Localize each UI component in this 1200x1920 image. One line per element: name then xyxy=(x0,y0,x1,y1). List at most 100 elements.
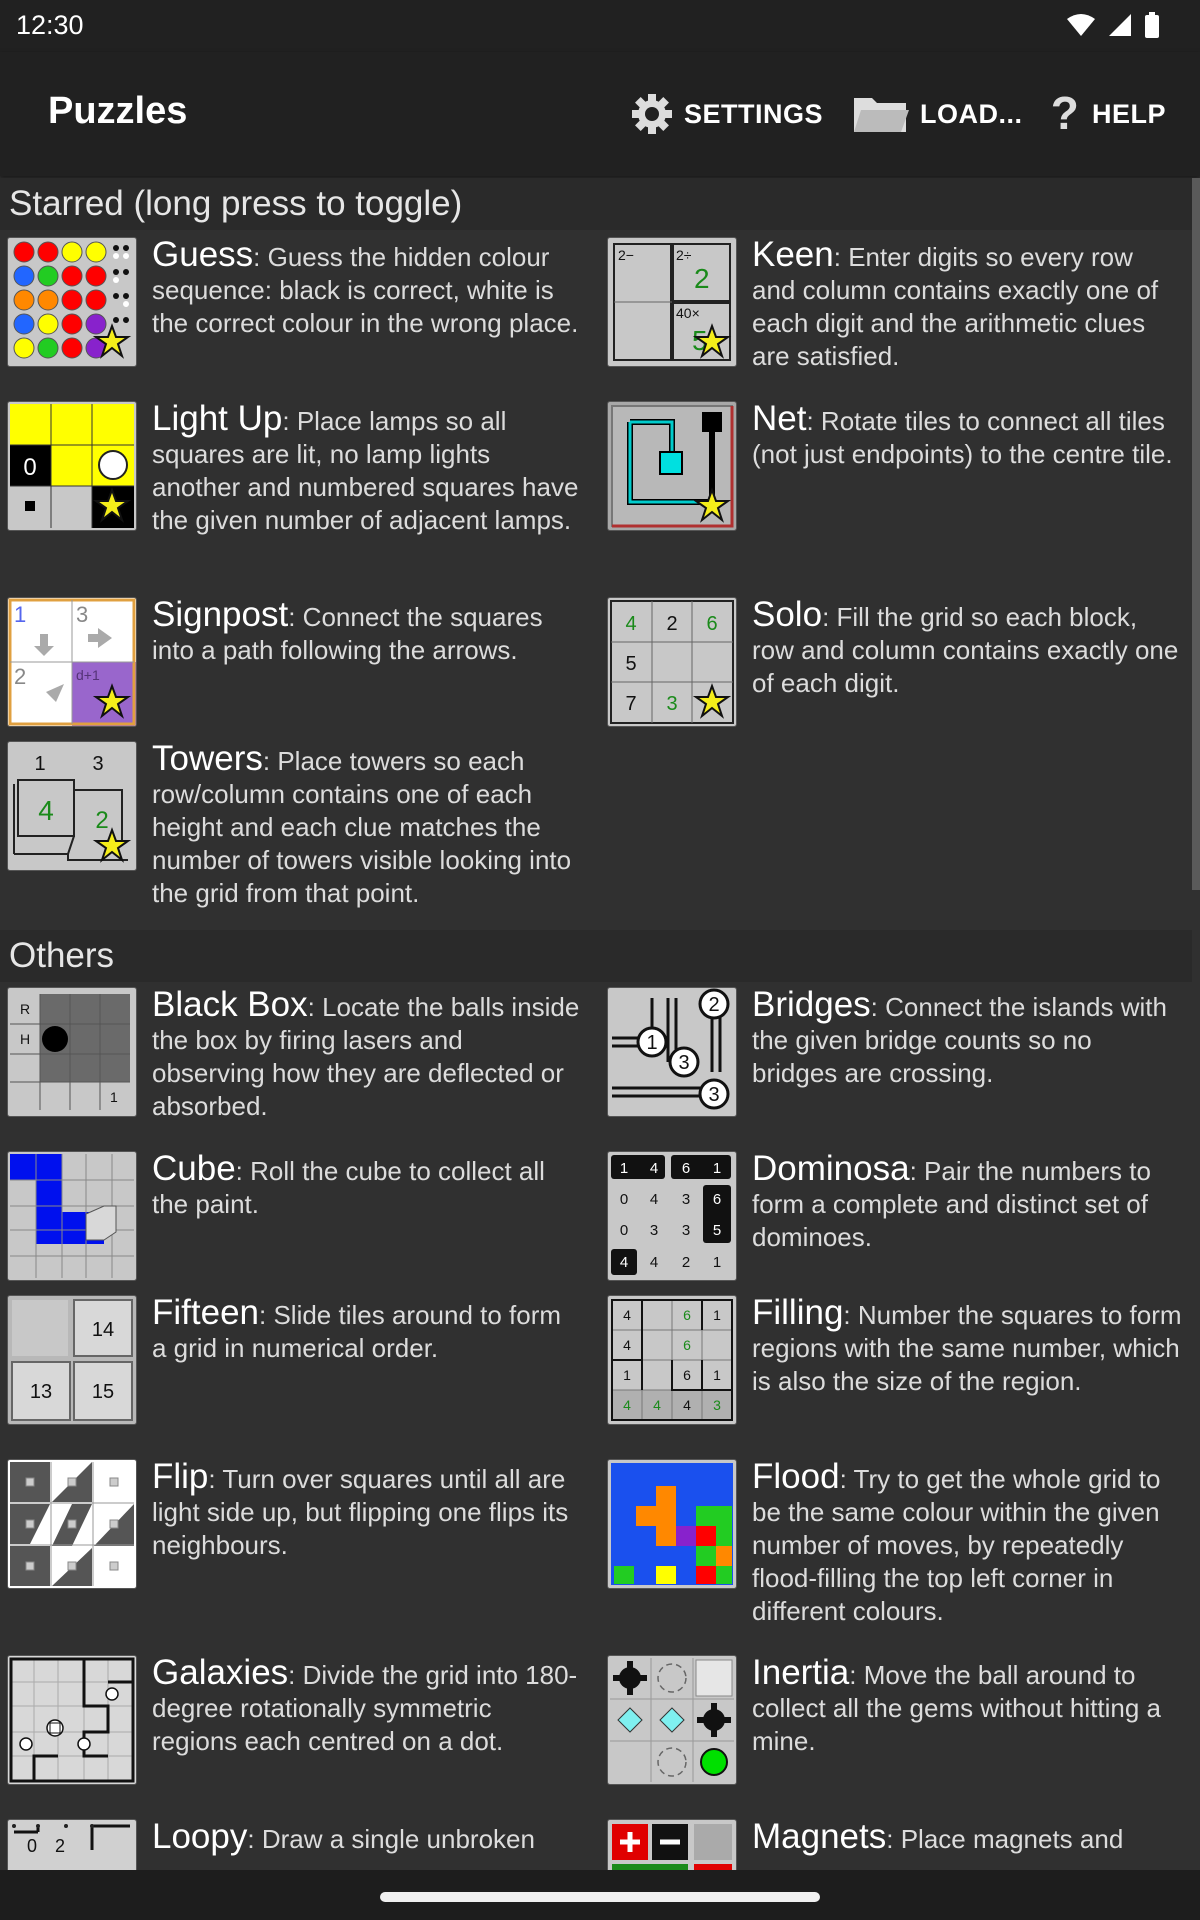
svg-text:2: 2 xyxy=(666,613,677,635)
svg-text:2: 2 xyxy=(682,1254,690,1271)
svg-text:1: 1 xyxy=(713,1160,721,1177)
puzzle-name: Cube xyxy=(152,1149,236,1188)
svg-text:3: 3 xyxy=(76,602,88,627)
svg-text:1: 1 xyxy=(110,1089,118,1105)
help-icon: ? xyxy=(1051,91,1080,137)
svg-text:3: 3 xyxy=(92,753,103,775)
svg-text:4: 4 xyxy=(623,1337,631,1353)
svg-text:?: ? xyxy=(1051,91,1080,137)
svg-text:1: 1 xyxy=(620,1160,628,1177)
puzzle-name: Galaxies xyxy=(152,1653,289,1692)
filling-thumbnail: 4 6 1 4 6 1 6 1 4 4 4 3 xyxy=(608,1296,736,1424)
svg-text:2: 2 xyxy=(14,664,26,689)
puzzle-list[interactable]: Starred (long press to toggle) Guess: Gu… xyxy=(0,176,1200,1870)
svg-text:3: 3 xyxy=(678,1052,689,1074)
svg-text:H: H xyxy=(20,1031,30,1047)
svg-text:1: 1 xyxy=(713,1254,721,1271)
puzzle-description: : Turn over squares until all are light … xyxy=(152,1464,569,1560)
svg-text:4: 4 xyxy=(683,1397,691,1413)
section-header-others: Others xyxy=(0,930,1192,982)
svg-text:4: 4 xyxy=(650,1160,658,1177)
svg-text:0: 0 xyxy=(27,1836,37,1856)
svg-text:4: 4 xyxy=(625,613,636,635)
puzzle-name: Filling xyxy=(752,1293,844,1332)
svg-text:4: 4 xyxy=(38,795,54,826)
app-title: Puzzles xyxy=(48,90,188,132)
gesture-handle[interactable] xyxy=(380,1892,820,1902)
puzzle-name: Towers xyxy=(152,739,263,778)
solo-thumbnail: 4 2 6 5 7 3 xyxy=(608,598,736,726)
svg-text:5: 5 xyxy=(713,1222,721,1239)
svg-text:1: 1 xyxy=(14,602,26,627)
magnets-thumbnail xyxy=(608,1820,736,1870)
black-box-thumbnail: R H 1 xyxy=(8,988,136,1116)
load-label: LOAD... xyxy=(920,98,1023,129)
svg-text:d+1: d+1 xyxy=(76,667,100,683)
svg-text:40×: 40× xyxy=(676,305,700,321)
puzzle-name: Solo xyxy=(752,595,823,634)
bridges-thumbnail: 2 1 3 3 xyxy=(608,988,736,1116)
help-label: HELP xyxy=(1092,98,1167,129)
battery-icon xyxy=(1145,12,1159,38)
svg-text:6: 6 xyxy=(683,1367,691,1383)
puzzle-name: Guess xyxy=(152,235,254,274)
galaxies-thumbnail xyxy=(8,1656,136,1784)
svg-text:1: 1 xyxy=(713,1367,721,1383)
app-bar: Puzzles SETTINGS LOAD... ? HELP xyxy=(0,52,1200,176)
svg-text:0: 0 xyxy=(620,1191,628,1208)
help-button[interactable]: ? HELP xyxy=(1048,86,1166,142)
svg-text:3: 3 xyxy=(666,693,677,715)
svg-text:0: 0 xyxy=(620,1222,628,1239)
puzzle-description: : Rotate tiles to connect all tiles (not… xyxy=(752,406,1173,469)
loopy-thumbnail: 0 2 xyxy=(8,1820,136,1870)
puzzle-description: : Place magnets and xyxy=(886,1824,1124,1854)
svg-text:4: 4 xyxy=(623,1307,631,1323)
svg-text:1: 1 xyxy=(713,1307,721,1323)
puzzle-name: Light Up xyxy=(152,399,283,438)
puzzle-name: Keen xyxy=(752,235,834,274)
svg-text:4: 4 xyxy=(653,1397,661,1413)
svg-text:15: 15 xyxy=(92,1381,114,1403)
navigation-bar xyxy=(0,1870,1200,1920)
svg-text:2−: 2− xyxy=(618,247,634,263)
folder-icon xyxy=(854,98,909,132)
puzzle-name: Flood xyxy=(752,1457,840,1496)
settings-label: SETTINGS xyxy=(684,98,824,129)
puzzle-name: Magnets xyxy=(752,1817,887,1856)
svg-text:13: 13 xyxy=(30,1381,52,1403)
svg-text:6: 6 xyxy=(682,1160,690,1177)
section-header-starred: Starred (long press to toggle) xyxy=(0,178,1192,230)
fifteen-thumbnail: 14 13 15 xyxy=(8,1296,136,1424)
status-icons xyxy=(1066,12,1160,38)
clock: 12:30 xyxy=(16,10,84,40)
puzzle-name: Signpost xyxy=(152,595,289,634)
svg-text:5: 5 xyxy=(625,653,636,675)
svg-text:3: 3 xyxy=(708,1084,719,1106)
section-title: Others xyxy=(9,936,115,975)
svg-text:6: 6 xyxy=(713,1191,721,1208)
svg-text:1: 1 xyxy=(646,1032,657,1054)
puzzle-name: Inertia xyxy=(752,1653,850,1692)
dominosa-thumbnail: 1 4 6 1 0 4 3 6 0 3 3 5 4 4 2 1 xyxy=(608,1152,736,1280)
gear-icon xyxy=(632,94,672,134)
settings-button[interactable]: SETTINGS xyxy=(630,86,823,142)
puzzle-name: Loopy xyxy=(152,1817,248,1856)
puzzle-name: Flip xyxy=(152,1457,209,1496)
svg-text:0: 0 xyxy=(23,454,36,481)
svg-text:2÷: 2÷ xyxy=(676,247,692,263)
scrollbar[interactable] xyxy=(1192,178,1200,890)
svg-text:3: 3 xyxy=(682,1222,690,1239)
signal-icon xyxy=(1109,14,1131,36)
flood-thumbnail xyxy=(608,1460,736,1588)
load-button[interactable]: LOAD... xyxy=(852,86,1023,142)
svg-text:4: 4 xyxy=(623,1397,631,1413)
svg-text:4: 4 xyxy=(620,1254,628,1271)
wifi-icon xyxy=(1067,14,1095,36)
svg-text:2: 2 xyxy=(694,263,710,294)
svg-text:2: 2 xyxy=(708,994,719,1016)
svg-text:4: 4 xyxy=(650,1254,658,1271)
svg-text:1: 1 xyxy=(623,1367,631,1383)
svg-text:4: 4 xyxy=(650,1191,658,1208)
status-bar: 12:30 xyxy=(0,0,1200,52)
puzzle-name: Dominosa xyxy=(752,1149,910,1188)
